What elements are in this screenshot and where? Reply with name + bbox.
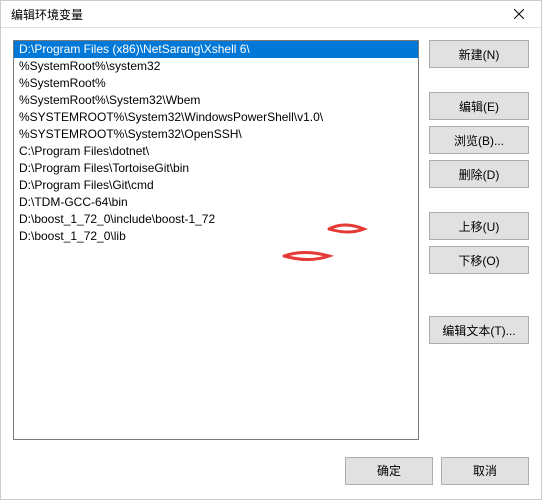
edit-button[interactable]: 编辑(E): [429, 92, 529, 120]
list-item[interactable]: D:\boost_1_72_0\lib: [14, 228, 418, 245]
path-listbox[interactable]: D:\Program Files (x86)\NetSarang\Xshell …: [13, 40, 419, 440]
button-column: 新建(N) 编辑(E) 浏览(B)... 删除(D) 上移(U) 下移(O) 编…: [429, 40, 529, 440]
list-item[interactable]: %SystemRoot%\system32: [14, 58, 418, 75]
new-button[interactable]: 新建(N): [429, 40, 529, 68]
cancel-button[interactable]: 取消: [441, 457, 529, 485]
close-icon: [514, 9, 524, 19]
footer: 确定 取消: [1, 452, 541, 499]
list-item[interactable]: D:\Program Files (x86)\NetSarang\Xshell …: [14, 41, 418, 58]
browse-button[interactable]: 浏览(B)...: [429, 126, 529, 154]
list-item[interactable]: D:\boost_1_72_0\include\boost-1_72: [14, 211, 418, 228]
content-area: D:\Program Files (x86)\NetSarang\Xshell …: [1, 28, 541, 452]
list-item[interactable]: D:\TDM-GCC-64\bin: [14, 194, 418, 211]
list-item[interactable]: D:\Program Files\Git\cmd: [14, 177, 418, 194]
ok-button[interactable]: 确定: [345, 457, 433, 485]
list-item[interactable]: %SYSTEMROOT%\System32\OpenSSH\: [14, 126, 418, 143]
list-item[interactable]: %SystemRoot%: [14, 75, 418, 92]
list-item[interactable]: %SYSTEMROOT%\System32\WindowsPowerShell\…: [14, 109, 418, 126]
list-item[interactable]: %SystemRoot%\System32\Wbem: [14, 92, 418, 109]
movedown-button[interactable]: 下移(O): [429, 246, 529, 274]
titlebar: 编辑环境变量: [1, 1, 541, 28]
env-var-dialog: 编辑环境变量 D:\Program Files (x86)\NetSarang\…: [0, 0, 542, 500]
edittext-button[interactable]: 编辑文本(T)...: [429, 316, 529, 344]
close-button[interactable]: [505, 4, 533, 24]
list-item[interactable]: C:\Program Files\dotnet\: [14, 143, 418, 160]
delete-button[interactable]: 删除(D): [429, 160, 529, 188]
window-title: 编辑环境变量: [11, 6, 83, 23]
moveup-button[interactable]: 上移(U): [429, 212, 529, 240]
list-item[interactable]: D:\Program Files\TortoiseGit\bin: [14, 160, 418, 177]
